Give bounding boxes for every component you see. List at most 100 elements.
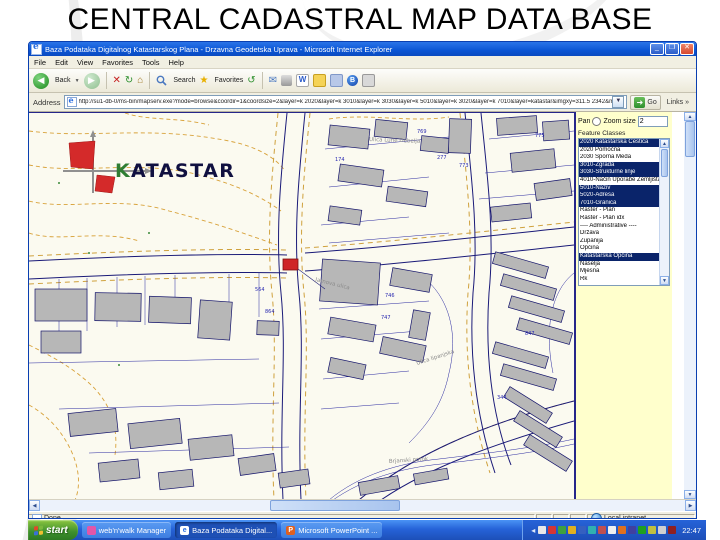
hscroll-thumb[interactable] bbox=[270, 500, 400, 511]
minimize-button[interactable]: _ bbox=[650, 43, 664, 55]
print-icon[interactable] bbox=[281, 75, 293, 86]
layer-item[interactable]: 5010-Naziv bbox=[579, 184, 660, 193]
tray-icon[interactable] bbox=[658, 526, 667, 534]
menu-favorites[interactable]: Favorites bbox=[102, 58, 133, 67]
logo-text: ATASTAR bbox=[131, 160, 235, 182]
tray-icon[interactable] bbox=[618, 526, 627, 534]
zoom-size-input[interactable] bbox=[637, 115, 668, 127]
layer-item[interactable]: 7010-Granica bbox=[579, 199, 660, 208]
links-button[interactable]: Links » bbox=[664, 99, 692, 106]
address-dropdown-icon[interactable]: ▼ bbox=[612, 96, 625, 108]
messenger-icon[interactable] bbox=[330, 74, 344, 87]
notes-icon[interactable] bbox=[313, 74, 327, 87]
tray-icon[interactable] bbox=[668, 526, 677, 534]
go-button[interactable]: ➜ Go bbox=[630, 94, 661, 110]
taskbar-item-browser[interactable]: e Baza Podataka Digital... bbox=[175, 522, 278, 538]
address-field[interactable]: http://su1-db-0/ms-bin/mapserv.exe?mode=… bbox=[63, 95, 628, 109]
layer-item[interactable]: Mjesna bbox=[579, 268, 660, 276]
scroll-up-icon[interactable]: ▲ bbox=[684, 112, 696, 121]
tray-icon[interactable] bbox=[648, 526, 657, 534]
favorites-icon[interactable]: ★ bbox=[200, 75, 209, 86]
layer-item[interactable]: Županija bbox=[579, 238, 660, 246]
layer-item[interactable]: Katastarska Općina bbox=[579, 252, 660, 261]
back-dropdown-icon[interactable]: ▼ bbox=[75, 78, 80, 84]
menu-file[interactable]: File bbox=[34, 58, 46, 67]
menu-tools[interactable]: Tools bbox=[142, 58, 160, 67]
menu-bar: File Edit View Favorites Tools Help bbox=[29, 56, 696, 69]
tray-icon[interactable] bbox=[558, 526, 567, 534]
layer-item[interactable]: 2020 Katastarska Čestica bbox=[579, 139, 660, 147]
scroll-down-icon[interactable]: ▼ bbox=[660, 276, 669, 285]
address-bar: Address http://su1-db-0/ms-bin/mapserv.e… bbox=[29, 93, 696, 112]
bluetooth-icon[interactable]: B bbox=[347, 75, 359, 86]
history-icon[interactable]: ↺ bbox=[247, 75, 255, 86]
parcel-number: 847 bbox=[525, 331, 535, 337]
tray-collapse-icon[interactable]: ◂ bbox=[531, 526, 535, 535]
layer-item[interactable]: 3010-Zgrada bbox=[579, 161, 660, 170]
menu-help[interactable]: Help bbox=[169, 58, 184, 67]
content-gap bbox=[672, 112, 684, 499]
map-viewport[interactable]: 769 775 277 174 773 746 747 564 864 847 … bbox=[29, 112, 574, 499]
layer-item[interactable]: Raster - Plan bbox=[579, 207, 660, 215]
window-hscrollbar[interactable]: ◀ ▶ bbox=[29, 499, 696, 511]
listbox-scrollbar[interactable]: ▲ ▼ bbox=[659, 139, 669, 285]
tray-icon[interactable] bbox=[538, 526, 547, 534]
close-button[interactable]: ✕ bbox=[680, 43, 694, 55]
layer-item[interactable]: 2020 Pomoćna bbox=[579, 147, 660, 155]
tray-icon[interactable] bbox=[628, 526, 637, 534]
layer-item[interactable]: Rk bbox=[579, 276, 660, 284]
window-title: Baza Podataka Digitalnog Katastarskog Pl… bbox=[45, 44, 393, 54]
scroll-right-icon[interactable]: ▶ bbox=[685, 500, 696, 511]
window-titlebar[interactable]: Baza Podataka Digitalnog Katastarskog Pl… bbox=[29, 42, 696, 56]
vscroll-thumb[interactable] bbox=[685, 121, 695, 157]
powerpoint-icon: P bbox=[286, 525, 296, 535]
status-bar: Done Local intranet bbox=[29, 511, 696, 518]
tray-icon[interactable] bbox=[578, 526, 587, 534]
search-icon[interactable] bbox=[156, 75, 167, 86]
layer-item[interactable]: Općina bbox=[579, 245, 660, 253]
refresh-icon[interactable]: ↻ bbox=[125, 75, 133, 86]
layer-item[interactable]: 4010-Način Uporabe Zemljišta bbox=[579, 177, 660, 185]
layer-item[interactable]: 2030 Sporna Međa bbox=[579, 154, 660, 162]
start-button[interactable]: start bbox=[28, 520, 78, 540]
home-icon[interactable]: ⌂ bbox=[137, 75, 143, 86]
vscroll-track[interactable] bbox=[684, 157, 696, 490]
links-label: Links bbox=[666, 98, 684, 106]
restore-button[interactable]: ❐ bbox=[665, 43, 679, 55]
parcel-number: 746 bbox=[385, 293, 395, 299]
street-label: Ulica Lune Debelja bbox=[369, 137, 420, 145]
layer-item[interactable]: 5020-Adresa bbox=[579, 192, 660, 200]
pan-radio[interactable] bbox=[592, 116, 602, 126]
forward-button[interactable]: ▶ bbox=[83, 72, 100, 89]
tray-icon[interactable] bbox=[638, 526, 647, 534]
tray-icon[interactable] bbox=[568, 526, 577, 534]
taskbar-item-webnwalk[interactable]: web'n'walk Manager bbox=[81, 522, 172, 538]
mail-icon[interactable]: ✉ bbox=[269, 75, 277, 86]
menu-view[interactable]: View bbox=[77, 58, 93, 67]
stop-icon[interactable]: ✕ bbox=[113, 75, 121, 86]
tray-icon[interactable] bbox=[598, 526, 607, 534]
listbox-scroll-thumb[interactable] bbox=[661, 149, 668, 177]
tray-icon[interactable] bbox=[588, 526, 597, 534]
edit-icon[interactable]: W bbox=[296, 74, 310, 87]
parcel-number: 773 bbox=[459, 163, 469, 169]
scroll-left-icon[interactable]: ◀ bbox=[29, 500, 40, 511]
content-area: 769 775 277 174 773 746 747 564 864 847 … bbox=[29, 112, 696, 499]
webnwalk-icon bbox=[86, 525, 96, 535]
layer-item[interactable]: Naselja bbox=[579, 261, 660, 269]
taskbar-item-powerpoint[interactable]: P Microsoft PowerPoint ... bbox=[281, 522, 383, 538]
tray-icon[interactable] bbox=[608, 526, 617, 534]
scroll-down-icon[interactable]: ▼ bbox=[684, 490, 696, 499]
window-vscrollbar[interactable]: ▲ ▼ bbox=[684, 112, 696, 499]
hscroll-track[interactable] bbox=[40, 500, 685, 511]
back-button[interactable]: ◀ bbox=[33, 72, 49, 89]
taskbar-item-label: Baza Podataka Digital... bbox=[192, 525, 273, 535]
tray-icon[interactable] bbox=[548, 526, 557, 534]
menu-edit[interactable]: Edit bbox=[55, 58, 68, 67]
zoom-size-label: Zoom size bbox=[603, 117, 636, 125]
tools-extra-icon[interactable] bbox=[362, 74, 376, 87]
scroll-up-icon[interactable]: ▲ bbox=[660, 139, 669, 148]
layer-item[interactable]: Raster - Plan idx bbox=[579, 215, 660, 223]
layer-item[interactable]: 3030-Strukturne linje bbox=[579, 169, 660, 177]
layer-item[interactable]: Država bbox=[579, 230, 660, 238]
